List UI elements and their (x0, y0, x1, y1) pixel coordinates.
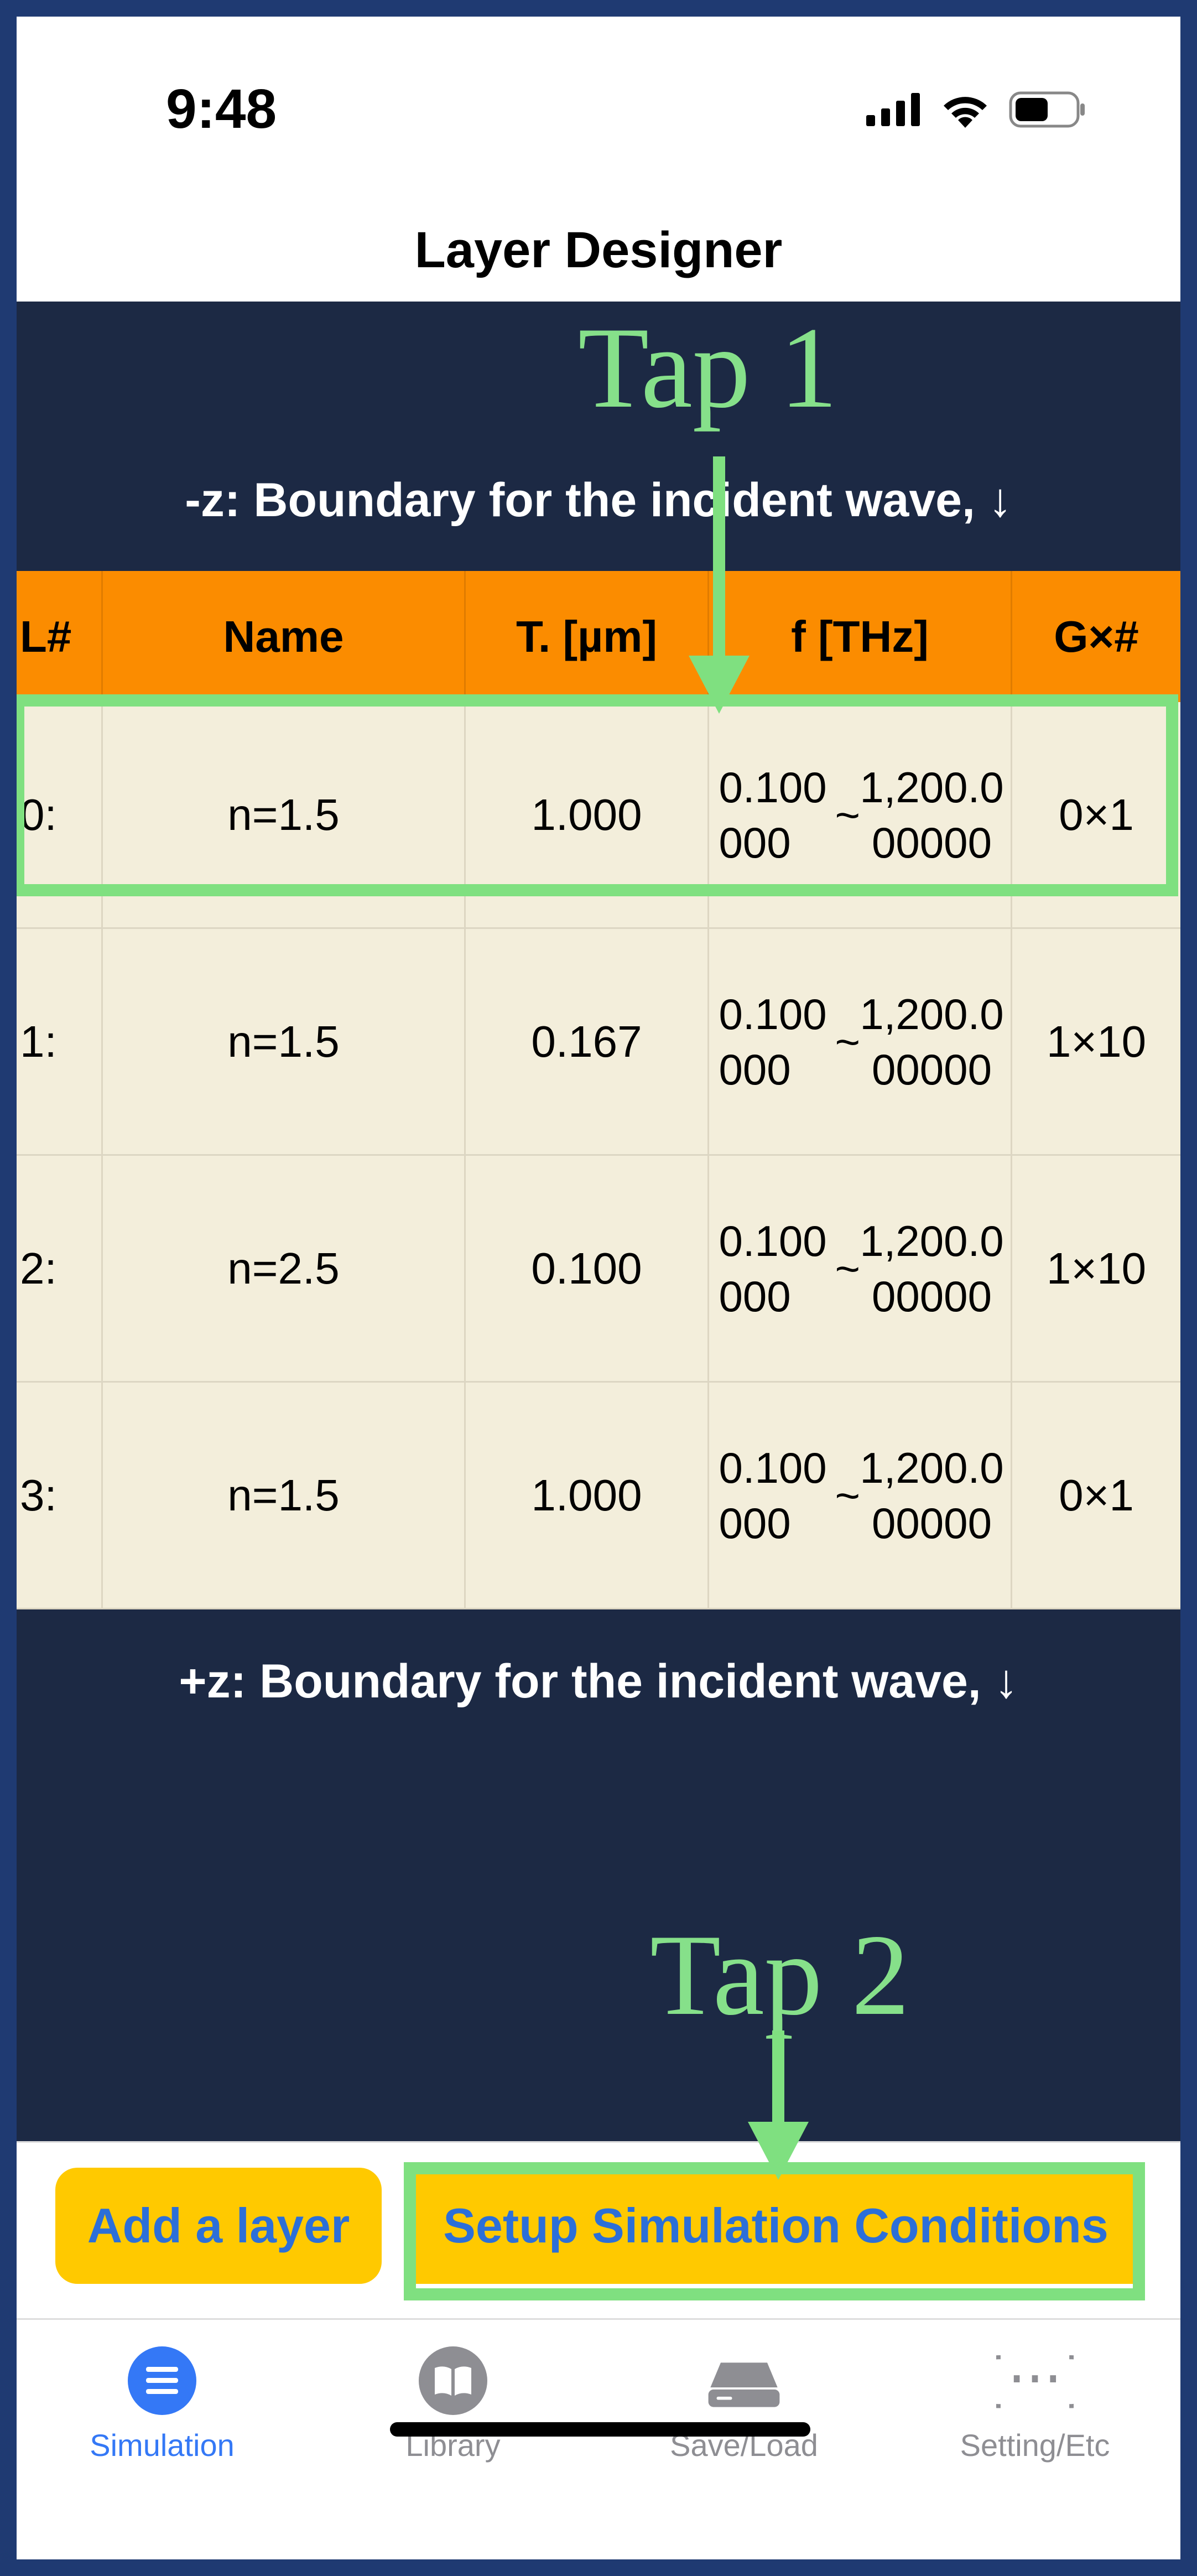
table-row-layer-1[interactable]: 1: n=1.5 0.167 0.100000 ~ 1,200.000000 1… (17, 929, 1180, 1156)
layer-frequency: 0.100000 ~ 1,200.000000 (709, 1156, 1012, 1381)
header-grid: G×# (1054, 611, 1139, 661)
freq-tilde: ~ (835, 1244, 861, 1293)
cellular-signal-icon (866, 93, 920, 126)
layer-name: n=1.5 (103, 929, 466, 1154)
header-frequency: f [THz] (709, 571, 1012, 702)
book-icon (414, 2342, 492, 2419)
status-icons (866, 91, 1086, 128)
layer-frequency: 0.100000 ~ 1,200.000000 (709, 1383, 1012, 1608)
layer-grid: 0×1 (1059, 1470, 1134, 1520)
table-row-layer-3[interactable]: 3: n=1.5 1.000 0.100000 ~ 1,200.000000 0… (17, 1383, 1180, 1609)
layer-grid: 1×10 (1046, 1243, 1147, 1293)
layer-name: n=2.5 (103, 1156, 466, 1381)
freq-min: 0.100000 (719, 989, 827, 1094)
tab-save-load[interactable]: Save/Load (598, 2342, 889, 2463)
header-name: Name (103, 571, 466, 702)
status-bar: 9:48 (17, 17, 1180, 194)
bottom-boundary-label: +z: Boundary for the incident wave, ↓ (179, 1655, 1018, 1708)
tab-bar: Simulation Library Save/Load ··· Setting… (17, 2318, 1180, 2559)
header-thickness: T. [µm] (466, 571, 709, 702)
page-title: Layer Designer (414, 222, 783, 278)
table-header: L# Name T. [µm] f [THz] G×# (17, 571, 1180, 702)
tab-simulation[interactable]: Simulation (17, 2342, 308, 2463)
tab-label: Setting/Etc (960, 2428, 1110, 2463)
freq-max: 1,200.000000 (860, 1216, 1004, 1321)
tap-2-annotation: Tap 2 (650, 1911, 910, 2039)
layer-name: n=1.5 (103, 1383, 466, 1608)
tab-label: Simulation (90, 2428, 235, 2463)
svg-text:{···}: {···} (996, 2346, 1074, 2412)
tab-library[interactable]: Library (308, 2342, 598, 2463)
layer-grid: 1×10 (1046, 1016, 1147, 1066)
app-screen: 9:48 Layer Designer -z: Boundary for the… (17, 17, 1180, 2559)
add-layer-button[interactable]: Add a layer (55, 2168, 382, 2284)
layer-designer-content: -z: Boundary for the incident wave, ↓ L#… (17, 302, 1180, 2141)
freq-tilde: ~ (835, 1471, 861, 1520)
layer-thickness: 1.000 (466, 1383, 709, 1608)
home-indicator (390, 2422, 810, 2437)
drive-icon (705, 2342, 783, 2419)
list-icon (123, 2342, 201, 2419)
layer-index: 3: (17, 1383, 103, 1608)
layer-thickness: 0.167 (466, 929, 709, 1154)
tap-2-arrow-icon (748, 2030, 809, 2180)
layer-frequency: 0.100000 ~ 1,200.000000 (709, 929, 1012, 1154)
layer-thickness: 0.100 (466, 1156, 709, 1381)
tab-setting-etc[interactable]: {···} Setting/Etc (889, 2342, 1180, 2463)
wifi-icon (944, 97, 987, 128)
layer-index: 1: (17, 929, 103, 1154)
tap-1-arrow-icon (689, 456, 750, 714)
header-layer-index: L# (17, 571, 103, 702)
row-0-highlight (17, 694, 1178, 896)
freq-max: 1,200.000000 (860, 1443, 1004, 1547)
freq-min: 0.100000 (719, 1216, 827, 1321)
layer-index: 2: (17, 1156, 103, 1381)
freq-max: 1,200.000000 (860, 989, 1004, 1094)
status-time: 9:48 (166, 78, 277, 140)
tap-1-annotation: Tap 1 (578, 304, 838, 432)
freq-min: 0.100000 (719, 1443, 827, 1547)
freq-tilde: ~ (835, 1017, 861, 1066)
braces-icon: {···} (996, 2342, 1074, 2419)
table-row-layer-2[interactable]: 2: n=2.5 0.100 0.100000 ~ 1,200.000000 1… (17, 1156, 1180, 1383)
top-boundary-label: -z: Boundary for the incident wave, ↓ (185, 474, 1012, 527)
battery-icon (1009, 91, 1085, 128)
setup-button-highlight (404, 2162, 1145, 2300)
